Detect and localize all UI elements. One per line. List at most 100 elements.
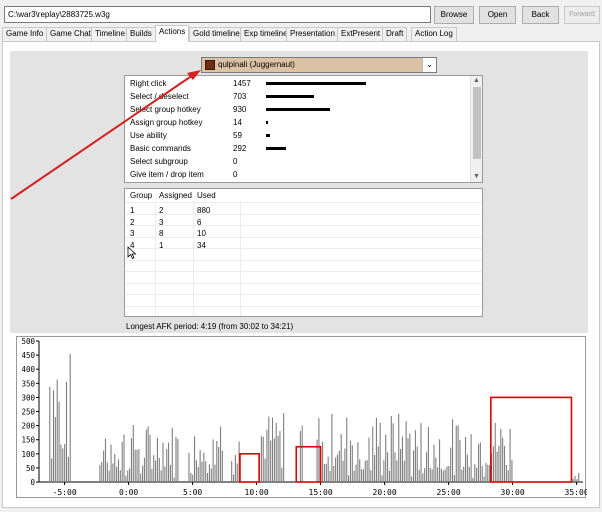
grid-line	[125, 282, 482, 284]
replay-path-input[interactable]: C:\war3\replay\2883725.w3g	[4, 6, 431, 23]
activity-bar	[316, 439, 318, 482]
activity-bar	[205, 461, 207, 482]
grid-line	[155, 201, 156, 316]
grid-line	[240, 201, 241, 316]
y-tick-label: 500	[21, 337, 35, 346]
x-tick-label: 30:00	[501, 488, 525, 497]
activity-bar	[277, 435, 279, 482]
activity-bar	[195, 460, 197, 482]
activity-bar	[125, 475, 127, 482]
activity-bar	[221, 450, 223, 482]
activity-bar	[396, 460, 398, 482]
tab-builds[interactable]: Builds	[126, 27, 156, 41]
activity-bar	[136, 449, 138, 482]
tab-extpresent[interactable]: ExtPresent	[337, 27, 385, 41]
scroll-thumb[interactable]	[473, 87, 481, 159]
activity-bar	[214, 464, 216, 482]
activity-bar	[271, 417, 274, 482]
tab-game-info[interactable]: Game Info	[2, 27, 48, 41]
activity-bar	[134, 449, 136, 482]
tab-actions[interactable]: Actions	[155, 25, 190, 42]
activity-bar	[199, 450, 201, 482]
activity-bar	[260, 436, 262, 482]
grid-line	[125, 202, 482, 203]
apm-chart-svg: 0 50 100 150 200 250 300 350 400 450 500 -5:00 0:00 5…	[21, 337, 587, 497]
activity-bar	[500, 428, 502, 482]
activity-bar	[368, 437, 370, 482]
back-button[interactable]: Back	[522, 6, 559, 24]
action-name: Give item / drop item	[130, 170, 204, 179]
chevron-down-icon[interactable]: ⌄	[422, 58, 436, 72]
activity-bar	[207, 472, 209, 482]
activity-bar	[435, 457, 437, 482]
player-select-value: qulpinali (Juggernaut)	[218, 60, 295, 69]
action-name: Assign group hotkey	[130, 118, 203, 127]
action-count: 0	[233, 170, 238, 179]
activity-bar	[234, 455, 236, 482]
activity-bar	[143, 457, 145, 482]
browse-button[interactable]: Browse	[434, 6, 474, 24]
tab-timeline[interactable]: Timeline	[91, 27, 129, 41]
y-tick-label: 200	[21, 422, 35, 431]
groups-header-assigned[interactable]: Assigned	[159, 191, 192, 200]
activity-bar	[446, 466, 448, 482]
groups-header-used[interactable]: Used	[197, 191, 216, 200]
activity-bar	[390, 415, 392, 482]
open-button[interactable]: Open	[479, 6, 516, 24]
scroll-up-icon[interactable]: ▲	[471, 76, 482, 86]
action-row[interactable]: Right click 1457	[125, 77, 470, 89]
action-row[interactable]: Use ability 59	[125, 129, 470, 141]
activity-bar	[420, 423, 422, 482]
activity-bar	[67, 456, 69, 482]
grid-line	[125, 236, 482, 238]
action-count: 703	[233, 92, 247, 101]
activity-bar	[218, 446, 220, 482]
activity-bar	[281, 467, 283, 482]
action-name: Use ability	[130, 131, 167, 140]
activity-bar	[362, 469, 365, 482]
tab-exp-timeline[interactable]: Exp timeline	[240, 27, 292, 41]
activity-bar	[166, 448, 168, 482]
activity-bar	[348, 475, 350, 482]
groups-header-group[interactable]: Group	[130, 191, 152, 200]
activity-bar	[192, 474, 194, 482]
activity-bar	[197, 466, 199, 482]
tab-gold-timeline[interactable]: Gold timeline	[189, 27, 244, 41]
activity-bar	[219, 426, 222, 482]
activity-bar	[411, 476, 413, 482]
tab-game-chat[interactable]: Game Chat	[46, 27, 95, 41]
hotkey-groups-table[interactable]: Group Assigned Used 1 2 880 2 3 6 3 8 10 4 1 34	[124, 188, 483, 317]
activity-bar	[474, 464, 476, 482]
activity-bar	[327, 456, 329, 482]
action-row[interactable]: Assign group hotkey 14	[125, 116, 470, 128]
scroll-down-icon[interactable]: ▼	[471, 172, 482, 182]
action-row[interactable]: Select / deselect 703	[125, 90, 470, 102]
groups-cell: 3	[130, 229, 135, 238]
grid-line	[125, 213, 482, 215]
activity-bar	[158, 457, 160, 482]
activity-bar	[450, 447, 452, 482]
player-select[interactable]: qulpinali (Juggernaut) ⌄	[201, 57, 437, 73]
tab-draft[interactable]: Draft	[382, 27, 408, 41]
activity-bar	[69, 353, 71, 482]
actions-list[interactable]: Right click 1457 Select / deselect 703 Selec…	[124, 75, 483, 183]
activity-bar	[333, 465, 335, 482]
activity-bar	[329, 470, 331, 482]
activity-bar	[335, 457, 337, 482]
action-row[interactable]: Select group hotkey 930	[125, 103, 470, 115]
action-row[interactable]: Give item / drop item 0	[125, 168, 470, 180]
tab-action-log[interactable]: Action Log	[411, 27, 457, 41]
activity-bar	[429, 467, 431, 482]
x-tick-label: -5:00	[53, 488, 77, 497]
activity-bar	[201, 461, 203, 482]
tab-presentation[interactable]: Presentation	[286, 27, 339, 41]
activity-bar	[51, 458, 53, 482]
activity-bar	[405, 421, 407, 482]
actions-scrollbar[interactable]: ▲ ▼	[470, 76, 482, 182]
forward-button[interactable]: Forward	[564, 6, 600, 24]
action-row[interactable]: Basic commands 292	[125, 142, 470, 154]
activity-bar	[127, 470, 129, 482]
action-row[interactable]: Select subgroup 0	[125, 155, 470, 167]
activity-bar	[52, 390, 55, 482]
activity-bar	[270, 440, 272, 482]
